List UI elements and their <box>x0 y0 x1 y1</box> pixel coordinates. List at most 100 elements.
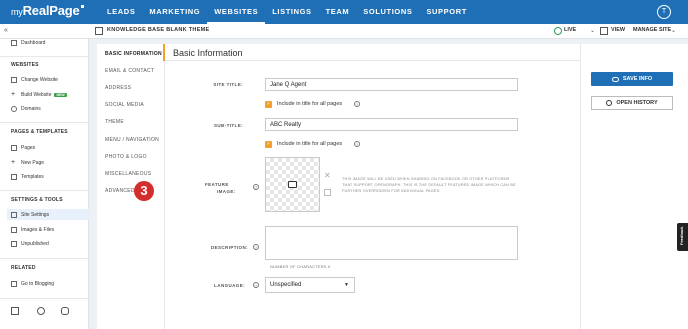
settings-tabs: BASIC INFORMATION EMAIL & CONTACT ADDRES… <box>97 44 165 329</box>
sidebar-item-new-page[interactable]: + New Page <box>11 157 87 168</box>
history-icon <box>606 100 613 106</box>
open-history-button[interactable]: OPEN HISTORY <box>591 96 673 110</box>
include-title-label-2: Include in title for all pages <box>277 141 343 147</box>
manage-site-button[interactable]: MANAGE SITE <box>633 27 671 33</box>
step-number-badge: 3 <box>134 181 154 201</box>
help-icon[interactable]: ? <box>253 282 259 288</box>
templates-icon <box>11 173 17 180</box>
site-icon <box>95 27 103 35</box>
sidebar-item-domains[interactable]: Domains <box>11 103 87 114</box>
sidebar-item-label: Change Website <box>21 76 58 83</box>
nav-websites[interactable]: WEBSITES <box>207 0 266 24</box>
divider <box>0 190 89 191</box>
nav-leads[interactable]: LEADS <box>100 0 142 24</box>
sidebar-item-label: Domains <box>21 105 41 112</box>
home-icon[interactable] <box>11 307 19 315</box>
view-button[interactable]: VIEW <box>611 27 625 33</box>
feedback-label: Feedback <box>679 226 684 245</box>
sidebar-footer <box>0 298 89 329</box>
include-title-label-1: Include in title for all pages <box>277 101 343 107</box>
logo-main-text: RealPage <box>22 3 80 18</box>
top-navigation: myRealPage LEADS MARKETING WEBSITES LIST… <box>0 0 688 24</box>
site-title-label: SITE TITLE: <box>213 82 243 87</box>
logo-my-text: my <box>11 7 23 17</box>
sidebar-item-label: Site Settings <box>21 211 50 218</box>
nav-links: LEADS MARKETING WEBSITES LISTINGS TEAM S… <box>100 0 474 24</box>
description-label: DESCRIPTION: <box>210 245 248 250</box>
chat-icon[interactable] <box>61 307 69 315</box>
sidebar-item-site-settings[interactable]: Site Settings <box>7 209 89 220</box>
sidebar-item-change-website[interactable]: Change Website <box>11 74 87 85</box>
live-dropdown-chevron-icon[interactable]: ⌄ <box>590 27 595 34</box>
tab-address[interactable]: ADDRESS <box>105 85 131 91</box>
divider <box>0 56 89 57</box>
save-info-label: SAVE INFO <box>622 76 653 82</box>
help-icon[interactable]: ? <box>253 244 259 250</box>
sidebar-item-images-files[interactable]: Images & Files <box>11 224 87 235</box>
sub-title-input[interactable]: ABC Realty <box>265 118 518 131</box>
feature-image-label-line2: IMAGE: <box>217 189 236 194</box>
feedback-tab[interactable]: Feedback <box>677 223 688 251</box>
manage-site-chevron-icon[interactable]: ⌄ <box>671 27 676 34</box>
new-badge: NEW <box>54 92 67 97</box>
globe-icon <box>554 27 562 35</box>
divider <box>0 258 89 259</box>
nav-team[interactable]: TEAM <box>319 0 357 24</box>
feature-image-label-line1: FEATURE <box>205 182 229 187</box>
nav-listings[interactable]: LISTINGS <box>265 0 318 24</box>
save-info-button[interactable]: SAVE INFO <box>591 72 673 86</box>
tab-miscellaneous[interactable]: MISCELLANEOUS <box>105 171 151 177</box>
nav-support[interactable]: SUPPORT <box>419 0 473 24</box>
help-icon[interactable]: ? <box>354 141 360 147</box>
site-title-input[interactable]: Jane Q Agent <box>265 78 518 91</box>
help-icon[interactable]: ? <box>354 101 360 107</box>
realpage-logo[interactable]: myRealPage <box>11 3 84 18</box>
sidebar-item-templates[interactable]: Templates <box>11 171 87 182</box>
tab-advanced[interactable]: ADVANCED <box>105 188 135 194</box>
camera-icon <box>288 181 297 188</box>
sidebar-item-unpublished[interactable]: Unpublished <box>11 238 87 249</box>
language-selected-value: Unspecified <box>270 282 302 288</box>
page-title: Basic Information <box>173 48 243 58</box>
nav-marketing[interactable]: MARKETING <box>142 0 207 24</box>
language-select[interactable]: Unspecified ▼ <box>265 277 355 293</box>
dashboard-icon <box>11 39 17 46</box>
include-title-checkbox-2[interactable]: ✓ <box>265 141 272 148</box>
pages-icon <box>11 144 17 151</box>
tab-menu-navigation[interactable]: MENU / NAVIGATION <box>105 137 159 143</box>
change-website-icon <box>11 76 17 83</box>
theme-name: KNOWLEDGE BASE BLANK THEME <box>107 27 210 33</box>
description-textarea[interactable] <box>265 226 518 260</box>
section-pages-templates: PAGES & TEMPLATES <box>11 129 68 135</box>
plus-icon: + <box>11 90 16 98</box>
tab-social-media[interactable]: SOCIAL MEDIA <box>105 102 144 108</box>
feature-image-dropzone[interactable] <box>265 157 320 212</box>
sidebar-item-go-to-blogging[interactable]: Go to Blogging <box>11 278 87 289</box>
sidebar-item-build-website[interactable]: + Build Website NEW <box>11 89 87 100</box>
site-toolbar: « KNOWLEDGE BASE BLANK THEME LIVE ⌄ VIEW… <box>0 24 688 39</box>
help-lifebuoy-icon[interactable] <box>37 307 45 315</box>
blog-icon <box>11 280 17 287</box>
nav-solutions[interactable]: SOLUTIONS <box>356 0 419 24</box>
tab-email-contact[interactable]: EMAIL & CONTACT <box>105 68 154 74</box>
help-icon[interactable]: ? <box>253 184 259 190</box>
sidebar-item-dashboard[interactable]: Dashboard <box>11 37 87 48</box>
tab-theme[interactable]: THEME <box>105 119 124 125</box>
include-title-checkbox-1[interactable]: ✓ <box>265 101 272 108</box>
logo-square-icon <box>80 5 84 8</box>
user-avatar[interactable]: T <box>657 5 671 19</box>
sidebar-item-label: Go to Blogging <box>21 280 55 287</box>
sidebar-item-label: Unpublished <box>21 240 49 247</box>
collapse-chevron-icon[interactable]: « <box>4 27 8 34</box>
feature-image-note: THIS IMAGE WILL BE USED WHEN SHARING ON … <box>342 177 516 193</box>
live-status[interactable]: LIVE <box>564 27 576 33</box>
external-view-icon[interactable] <box>600 27 608 35</box>
tab-basic-information[interactable]: BASIC INFORMATION <box>105 51 162 57</box>
plus-icon: + <box>11 158 16 166</box>
left-sidebar: Dashboard WEBSITES Change Website + Build… <box>0 39 89 329</box>
remove-image-close-icon[interactable]: ✕ <box>324 171 331 180</box>
tab-photo-logo[interactable]: PHOTO & LOGO <box>105 154 147 160</box>
section-related: RELATED <box>11 265 36 271</box>
sidebar-item-pages[interactable]: Pages <box>11 142 87 153</box>
crop-icon[interactable] <box>324 189 331 196</box>
